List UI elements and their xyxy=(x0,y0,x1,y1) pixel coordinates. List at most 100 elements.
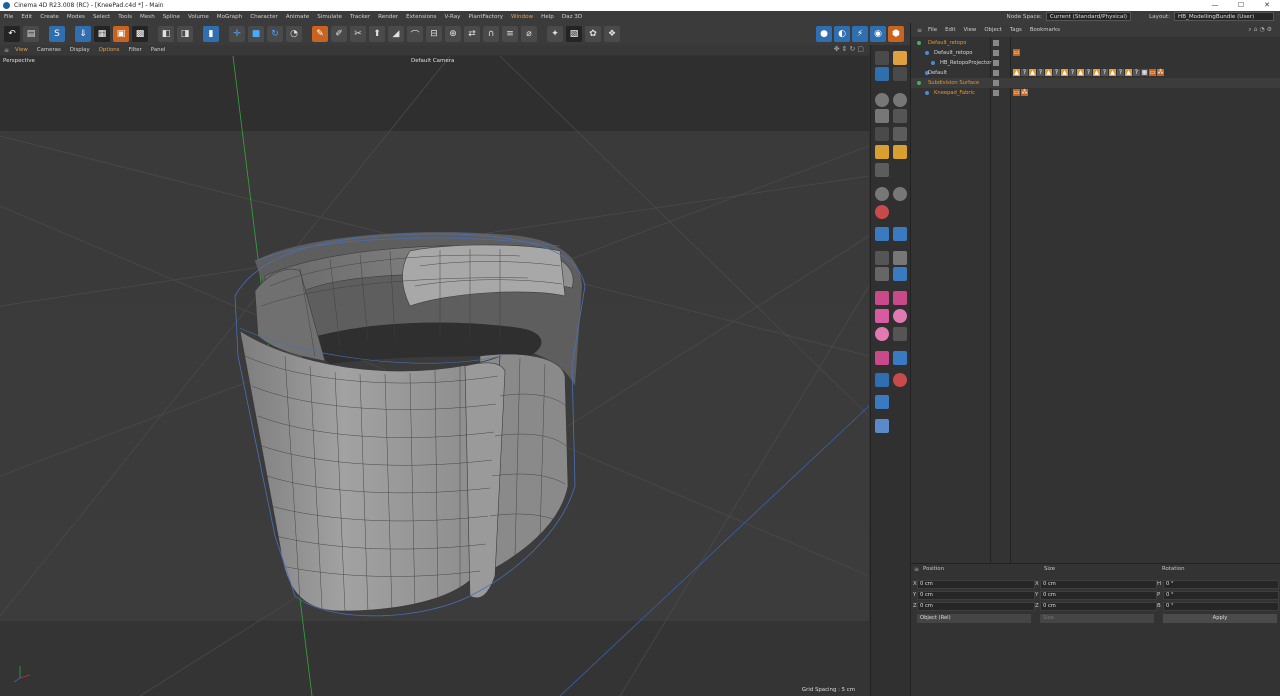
material-ball-icon[interactable]: ◉ xyxy=(870,26,886,42)
cube-orange-2-icon[interactable] xyxy=(893,145,907,159)
fx-icon[interactable] xyxy=(875,267,889,281)
symmetry-icon[interactable] xyxy=(875,291,889,305)
scale-icon[interactable]: ■ xyxy=(248,26,264,42)
texture-mode-icon[interactable]: ◨ xyxy=(177,26,193,42)
warning-tag-icon[interactable]: ▲ xyxy=(1077,69,1084,76)
download-icon[interactable]: ⇓ xyxy=(75,26,91,42)
menu-create[interactable]: Create xyxy=(40,14,59,20)
viewport-camera-label[interactable]: Default Camera xyxy=(411,58,454,64)
record-icon[interactable] xyxy=(893,373,907,387)
pen-icon[interactable] xyxy=(875,227,889,241)
rotate-icon[interactable]: ↻ xyxy=(267,26,283,42)
om-search-icon[interactable]: ⌕⌂◔⚙ xyxy=(1248,26,1274,34)
om-menu-file[interactable]: File xyxy=(928,27,937,33)
array-icon[interactable] xyxy=(875,163,889,177)
apply-button[interactable]: Apply xyxy=(1163,614,1277,623)
position-x-field[interactable]: 0 cm xyxy=(917,580,1035,589)
unknown-tag-icon[interactable]: ? xyxy=(1117,69,1124,76)
menu-daz3d[interactable]: Daz 3D xyxy=(562,14,582,20)
knife-icon[interactable]: ✂ xyxy=(350,26,366,42)
magnet-icon[interactable]: ∩ xyxy=(483,26,499,42)
undo-icon[interactable]: ↶ xyxy=(4,26,20,42)
bridge-icon[interactable]: ⌒ xyxy=(407,26,423,42)
render-view-icon[interactable]: ▣ xyxy=(113,26,129,42)
hamburger-icon[interactable]: ≡ xyxy=(4,47,9,54)
object-row[interactable]: Default_retopo xyxy=(911,38,1280,48)
position-y-field[interactable]: 0 cm xyxy=(917,591,1035,600)
size-z-field[interactable]: 0 cm xyxy=(1040,602,1157,611)
texture-tag-icon[interactable]: ▭ xyxy=(1013,49,1020,56)
visibility-flags[interactable] xyxy=(993,60,999,66)
shapes-icon[interactable] xyxy=(893,251,907,265)
pipe-icon[interactable] xyxy=(875,395,889,409)
rotation-h-field[interactable]: 0 ° xyxy=(1163,580,1279,589)
extrude-icon[interactable]: ⬆ xyxy=(369,26,385,42)
viewport-menu-view[interactable]: View xyxy=(15,47,28,53)
position-z-field[interactable]: 0 cm xyxy=(917,602,1035,611)
play-blue-icon[interactable] xyxy=(875,373,889,387)
loop-cut-icon[interactable]: ⊟ xyxy=(426,26,442,42)
warning-tag-icon[interactable]: ▲ xyxy=(1093,69,1100,76)
om-menu-object[interactable]: Object xyxy=(984,27,1002,33)
warning-tag-icon[interactable]: ▲ xyxy=(1045,69,1052,76)
slide-icon[interactable]: ⇄ xyxy=(464,26,480,42)
clipboard-icon[interactable]: ▤ xyxy=(23,26,39,42)
disc-icon[interactable] xyxy=(893,93,907,107)
warning-tag-icon[interactable]: ▲ xyxy=(1125,69,1132,76)
texture-tag-icon[interactable]: ▭ xyxy=(1013,89,1020,96)
half-sphere-2-icon[interactable] xyxy=(875,327,889,341)
cube-mode-icon[interactable]: ⬢ xyxy=(888,26,904,42)
menu-file[interactable]: File xyxy=(4,14,13,20)
live-selection-icon[interactable]: ▮ xyxy=(203,26,219,42)
cube-blue-icon[interactable] xyxy=(875,419,889,433)
uv-mode-icon[interactable] xyxy=(893,51,907,65)
minimize-button[interactable]: — xyxy=(1202,0,1228,11)
deformer-icon[interactable] xyxy=(875,187,889,201)
visibility-flags[interactable] xyxy=(993,70,999,76)
om-menu-edit[interactable]: Edit xyxy=(945,27,955,33)
unknown-tag-icon[interactable]: ? xyxy=(1101,69,1108,76)
menu-character[interactable]: Character xyxy=(250,14,278,20)
node-space-dropdown[interactable]: Current (Standard/Physical) xyxy=(1045,12,1132,21)
menu-animate[interactable]: Animate xyxy=(286,14,309,20)
menu-select[interactable]: Select xyxy=(93,14,110,20)
texture-tag-icon[interactable]: ▭ xyxy=(1149,69,1156,76)
object-row[interactable]: HB_RetopoProjector xyxy=(911,58,1280,68)
grid-icon[interactable] xyxy=(893,127,907,141)
om-menu-tags[interactable]: Tags xyxy=(1010,27,1022,33)
menu-spline[interactable]: Spline xyxy=(163,14,180,20)
points-mode-icon[interactable] xyxy=(875,67,889,81)
menu-plantfactory[interactable]: PlantFactory xyxy=(469,14,504,20)
lightning-icon[interactable]: ⚡ xyxy=(852,26,868,42)
render-settings-icon[interactable]: ▩ xyxy=(132,26,148,42)
cube-orange-icon[interactable] xyxy=(875,145,889,159)
unknown-tag-icon[interactable]: ? xyxy=(1021,69,1028,76)
rotation-p-field[interactable]: 0 ° xyxy=(1163,591,1279,600)
om-hamburger-icon[interactable]: ≡ xyxy=(917,27,922,34)
pencil-icon[interactable] xyxy=(893,227,907,241)
select-pink-icon[interactable] xyxy=(875,351,889,365)
play-pink-icon[interactable] xyxy=(875,309,889,323)
deformer-2-icon[interactable] xyxy=(893,187,907,201)
target-icon[interactable] xyxy=(875,205,889,219)
snap-icon[interactable]: S xyxy=(49,26,65,42)
object-row[interactable]: Kneepad_Fabric ▭ ⁂ xyxy=(911,88,1280,98)
menu-tracker[interactable]: Tracker xyxy=(350,14,370,20)
unknown-tag-icon[interactable]: ? xyxy=(1085,69,1092,76)
camera-view-icon[interactable]: ◐ xyxy=(834,26,850,42)
visibility-flags[interactable] xyxy=(993,90,999,96)
connect-icon[interactable] xyxy=(893,351,907,365)
unknown-tag-icon[interactable]: ? xyxy=(1069,69,1076,76)
menu-volume[interactable]: Volume xyxy=(188,14,209,20)
render-region-icon[interactable]: ▦ xyxy=(94,26,110,42)
coord-hamburger-icon[interactable]: ≡ xyxy=(914,566,919,573)
model-mode-icon[interactable]: ◧ xyxy=(158,26,174,42)
selection-tag-icon[interactable]: ⁂ xyxy=(1157,69,1164,76)
symmetry-2-icon[interactable] xyxy=(893,291,907,305)
menu-tools[interactable]: Tools xyxy=(118,14,132,20)
viewport-menu-options[interactable]: Options xyxy=(99,47,120,53)
menu-render[interactable]: Render xyxy=(378,14,398,20)
checker-tag-icon[interactable]: ▦ xyxy=(1141,69,1148,76)
warning-tag-icon[interactable]: ▲ xyxy=(1029,69,1036,76)
cone-icon[interactable] xyxy=(875,109,889,123)
